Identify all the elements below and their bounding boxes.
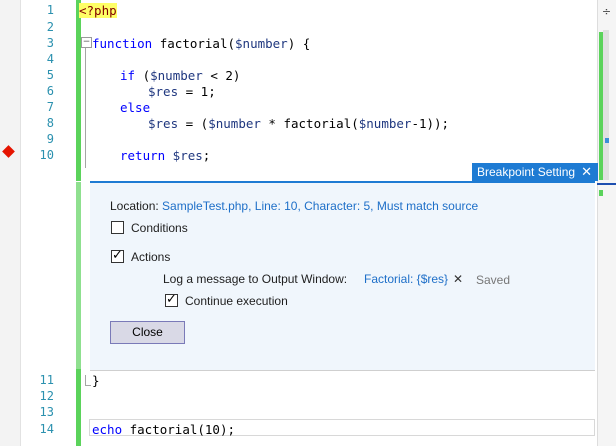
scroll-change-marker [599, 190, 603, 196]
conditions-checkbox[interactable] [111, 221, 124, 234]
outline-guide [85, 385, 91, 386]
continue-execution-label[interactable]: Continue execution [185, 294, 288, 308]
code-line-3[interactable]: function factorial($number) { [92, 36, 310, 51]
location-row: Location: SampleTest.php, Line: 10, Char… [110, 199, 478, 213]
code-line-10[interactable]: return $res; [120, 148, 210, 163]
code-text: * factorial( [260, 116, 359, 131]
collapse-icon[interactable]: − [81, 37, 92, 48]
line-number: 5 [46, 68, 54, 82]
variable: $res [148, 116, 179, 131]
outline-guide [85, 375, 86, 385]
code-text: = ( [178, 116, 209, 131]
saved-status: Saved [476, 273, 511, 287]
variable: $number [150, 68, 203, 83]
actions-checkbox[interactable] [111, 248, 124, 263]
code-line-8[interactable]: $res = ($number * factorial($number-1)); [148, 116, 449, 131]
variable: $number [235, 36, 288, 51]
clear-icon[interactable]: ✕ [453, 272, 463, 286]
conditions-label[interactable]: Conditions [131, 221, 188, 235]
breakpoint-settings-tab[interactable]: Breakpoint Setting ✕ [472, 163, 598, 181]
splitter-icon[interactable]: ÷ [601, 6, 612, 18]
keyword: else [120, 100, 151, 115]
change-marker [76, 369, 81, 446]
line-number: 12 [39, 389, 54, 403]
variable: $number [358, 116, 412, 131]
location-label: Location: [110, 199, 159, 213]
close-button[interactable]: Close [110, 321, 185, 344]
line-number: 1 [46, 3, 54, 17]
line-number: 4 [46, 52, 54, 66]
code-text: = 1; [178, 84, 216, 99]
change-marker [76, 182, 81, 369]
line-number: 7 [46, 100, 54, 114]
scrollbar-thumb[interactable] [603, 30, 609, 180]
variable: $res [165, 148, 203, 163]
code-text: ) { [287, 36, 311, 51]
line-number: 13 [39, 405, 54, 419]
line-number: 2 [46, 20, 54, 34]
code-text: factorial( [152, 36, 236, 51]
keyword: echo [92, 422, 123, 437]
scroll-breakpoint-marker [605, 138, 609, 143]
change-marker [76, 0, 81, 181]
code-text: factorial(10); [122, 422, 235, 437]
code-line-11[interactable]: } [92, 373, 100, 388]
scroll-change-marker [599, 32, 603, 180]
close-icon[interactable]: ✕ [581, 163, 592, 181]
outline-guide [85, 48, 86, 168]
code-text: ( [135, 68, 151, 83]
location-link[interactable]: SampleTest.php, Line: 10, Character: 5, … [162, 199, 478, 213]
variable: $res [148, 84, 179, 99]
line-number: 8 [46, 116, 54, 130]
keyword: return [120, 148, 166, 163]
code-line-6[interactable]: $res = 1; [148, 84, 216, 99]
keyword: function [92, 36, 153, 51]
line-number: 9 [46, 132, 54, 146]
keyword: if [120, 68, 136, 83]
line-number: 6 [46, 84, 54, 98]
variable: $number [208, 116, 261, 131]
line-number: 11 [39, 373, 54, 387]
continue-execution-checkbox[interactable] [165, 292, 178, 307]
peek-indicator [597, 183, 616, 185]
code-text: ; [202, 148, 211, 163]
code-line-7[interactable]: else [120, 100, 150, 115]
php-open-tag: <?php [79, 3, 117, 18]
log-message-label: Log a message to Output Window: [163, 272, 348, 286]
code-line-1[interactable]: <?php [79, 3, 117, 18]
code-line-5[interactable]: if ($number < 2) [120, 68, 240, 83]
line-number: 10 [39, 148, 54, 162]
code-line-14[interactable]: echo factorial(10); [92, 422, 235, 437]
glyph-margin[interactable] [0, 0, 21, 446]
line-number: 14 [39, 422, 54, 436]
actions-label[interactable]: Actions [131, 250, 170, 264]
code-text: < 2) [202, 68, 241, 83]
log-message-field[interactable]: Factorial: {$res} [364, 272, 448, 286]
code-text: -1)); [411, 116, 450, 131]
tab-title: Breakpoint Setting [477, 165, 576, 179]
line-number: 3 [46, 36, 54, 50]
